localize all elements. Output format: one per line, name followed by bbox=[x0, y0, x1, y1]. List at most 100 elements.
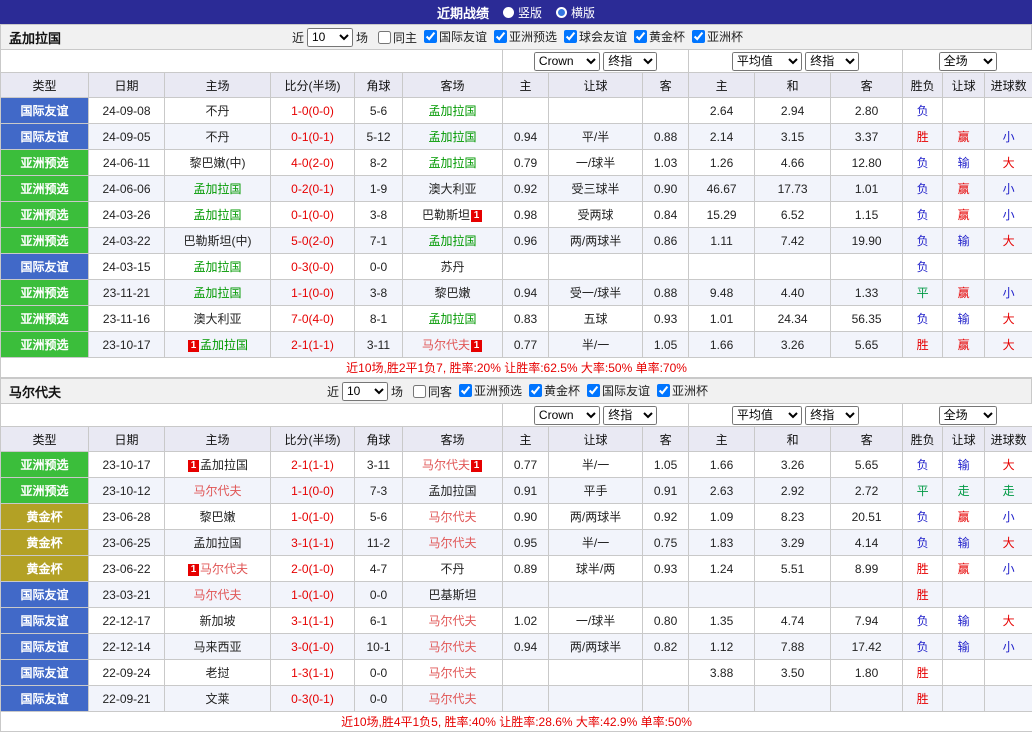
home-team-name[interactable]: 孟加拉国 bbox=[200, 458, 248, 472]
match-score[interactable]: 0-1(0-1) bbox=[271, 124, 355, 150]
away-team-name[interactable]: 马尔代夫 bbox=[429, 536, 477, 550]
away-team-name[interactable]: 黎巴嫩 bbox=[435, 286, 471, 300]
home-team-name[interactable]: 黎巴嫩(中) bbox=[190, 156, 246, 170]
match-score[interactable]: 0-3(0-1) bbox=[271, 686, 355, 712]
away-team-name[interactable]: 苏丹 bbox=[441, 260, 465, 274]
away-team-name[interactable]: 马尔代夫 bbox=[429, 640, 477, 654]
match-score[interactable]: 0-1(0-0) bbox=[271, 202, 355, 228]
home-team-name[interactable]: 马来西亚 bbox=[193, 640, 241, 654]
match-score[interactable]: 1-3(1-1) bbox=[271, 660, 355, 686]
match-count-select[interactable]: 10 bbox=[342, 382, 388, 401]
league-filter-checkbox[interactable]: 国际友谊 bbox=[587, 382, 650, 399]
league-checkbox-input[interactable] bbox=[657, 384, 670, 397]
match-score[interactable]: 1-1(0-0) bbox=[271, 280, 355, 306]
away-team-name[interactable]: 澳大利亚 bbox=[429, 182, 477, 196]
match-type-badge[interactable]: 亚洲预选 bbox=[1, 176, 89, 202]
match-type-badge[interactable]: 国际友谊 bbox=[1, 124, 89, 150]
match-scope-select[interactable]: 全场 bbox=[939, 406, 997, 425]
match-score[interactable]: 3-0(1-0) bbox=[271, 634, 355, 660]
match-score[interactable]: 1-0(1-0) bbox=[271, 582, 355, 608]
league-checkbox-input[interactable] bbox=[692, 30, 705, 43]
league-filter-checkbox[interactable]: 黄金杯 bbox=[634, 28, 685, 45]
league-filter-checkbox[interactable]: 亚洲预选 bbox=[494, 28, 557, 45]
league-checkbox-input[interactable] bbox=[634, 30, 647, 43]
euro-odds-select[interactable]: 平均值 bbox=[732, 52, 802, 71]
euro-odds-select[interactable]: 平均值 bbox=[732, 406, 802, 425]
match-type-badge[interactable]: 国际友谊 bbox=[1, 634, 89, 660]
match-scope-select[interactable]: 全场 bbox=[939, 52, 997, 71]
away-team-name[interactable]: 巴基斯坦 bbox=[429, 588, 477, 602]
match-type-badge[interactable]: 黄金杯 bbox=[1, 504, 89, 530]
home-team-name[interactable]: 孟加拉国 bbox=[193, 536, 241, 550]
match-score[interactable]: 2-1(1-1) bbox=[271, 332, 355, 358]
home-team-name[interactable]: 马尔代夫 bbox=[200, 562, 248, 576]
home-team-name[interactable]: 孟加拉国 bbox=[200, 338, 248, 352]
match-score[interactable]: 1-0(1-0) bbox=[271, 504, 355, 530]
away-team-name[interactable]: 孟加拉国 bbox=[429, 484, 477, 498]
away-team-name[interactable]: 孟加拉国 bbox=[429, 312, 477, 326]
match-score[interactable]: 7-0(4-0) bbox=[271, 306, 355, 332]
away-team-name[interactable]: 马尔代夫 bbox=[429, 692, 477, 706]
match-score[interactable]: 3-1(1-1) bbox=[271, 530, 355, 556]
away-team-name[interactable]: 孟加拉国 bbox=[429, 156, 477, 170]
venue-checkbox-input[interactable] bbox=[413, 385, 426, 398]
home-team-name[interactable]: 老挝 bbox=[205, 666, 229, 680]
match-score[interactable]: 4-0(2-0) bbox=[271, 150, 355, 176]
match-type-badge[interactable]: 亚洲预选 bbox=[1, 478, 89, 504]
league-checkbox-input[interactable] bbox=[494, 30, 507, 43]
away-team-name[interactable]: 孟加拉国 bbox=[429, 234, 477, 248]
match-score[interactable]: 1-1(0-0) bbox=[271, 478, 355, 504]
match-type-badge[interactable]: 亚洲预选 bbox=[1, 280, 89, 306]
match-type-badge[interactable]: 黄金杯 bbox=[1, 530, 89, 556]
match-type-badge[interactable]: 亚洲预选 bbox=[1, 306, 89, 332]
venue-filter-checkbox[interactable]: 同客 bbox=[413, 383, 452, 400]
home-team-name[interactable]: 黎巴嫩 bbox=[199, 510, 235, 524]
match-score[interactable]: 0-3(0-0) bbox=[271, 254, 355, 280]
match-score[interactable]: 3-1(1-1) bbox=[271, 608, 355, 634]
match-type-badge[interactable]: 亚洲预选 bbox=[1, 150, 89, 176]
match-type-badge[interactable]: 亚洲预选 bbox=[1, 202, 89, 228]
match-score[interactable]: 0-2(0-1) bbox=[271, 176, 355, 202]
home-team-name[interactable]: 文莱 bbox=[205, 692, 229, 706]
match-type-badge[interactable]: 国际友谊 bbox=[1, 582, 89, 608]
home-team-name[interactable]: 马尔代夫 bbox=[193, 484, 241, 498]
league-checkbox-input[interactable] bbox=[459, 384, 472, 397]
league-filter-checkbox[interactable]: 国际友谊 bbox=[424, 28, 487, 45]
home-team-name[interactable]: 不丹 bbox=[205, 130, 229, 144]
match-count-select[interactable]: 10 bbox=[307, 28, 353, 47]
league-filter-checkbox[interactable]: 黄金杯 bbox=[529, 382, 580, 399]
away-team-name[interactable]: 不丹 bbox=[441, 562, 465, 576]
away-team-name[interactable]: 马尔代夫 bbox=[429, 510, 477, 524]
match-type-badge[interactable]: 亚洲预选 bbox=[1, 332, 89, 358]
away-team-name[interactable]: 孟加拉国 bbox=[429, 104, 477, 118]
handicap-time-select[interactable]: 终指 bbox=[603, 52, 657, 71]
league-filter-checkbox[interactable]: 亚洲杯 bbox=[692, 28, 743, 45]
match-type-badge[interactable]: 国际友谊 bbox=[1, 254, 89, 280]
match-score[interactable]: 2-0(1-0) bbox=[271, 556, 355, 582]
league-filter-checkbox[interactable]: 亚洲预选 bbox=[459, 382, 522, 399]
layout-radio-horizontal[interactable]: 横版 bbox=[556, 4, 595, 21]
venue-checkbox-input[interactable] bbox=[378, 31, 391, 44]
league-checkbox-input[interactable] bbox=[587, 384, 600, 397]
match-score[interactable]: 2-1(1-1) bbox=[271, 452, 355, 478]
match-score[interactable]: 1-0(0-0) bbox=[271, 98, 355, 124]
match-type-badge[interactable]: 国际友谊 bbox=[1, 686, 89, 712]
home-team-name[interactable]: 不丹 bbox=[205, 104, 229, 118]
match-type-badge[interactable]: 亚洲预选 bbox=[1, 228, 89, 254]
away-team-name[interactable]: 孟加拉国 bbox=[429, 130, 477, 144]
away-team-name[interactable]: 马尔代夫 bbox=[429, 614, 477, 628]
euro-time-select[interactable]: 终指 bbox=[805, 406, 859, 425]
league-filter-checkbox[interactable]: 球会友谊 bbox=[564, 28, 627, 45]
home-team-name[interactable]: 马尔代夫 bbox=[193, 588, 241, 602]
away-team-name[interactable]: 马尔代夫 bbox=[422, 338, 470, 352]
league-checkbox-input[interactable] bbox=[564, 30, 577, 43]
match-type-badge[interactable]: 黄金杯 bbox=[1, 556, 89, 582]
away-team-name[interactable]: 马尔代夫 bbox=[422, 458, 470, 472]
league-filter-checkbox[interactable]: 亚洲杯 bbox=[657, 382, 708, 399]
home-team-name[interactable]: 澳大利亚 bbox=[193, 312, 241, 326]
match-type-badge[interactable]: 国际友谊 bbox=[1, 660, 89, 686]
match-type-badge[interactable]: 亚洲预选 bbox=[1, 452, 89, 478]
euro-time-select[interactable]: 终指 bbox=[805, 52, 859, 71]
home-team-name[interactable]: 新加坡 bbox=[199, 614, 235, 628]
away-team-name[interactable]: 马尔代夫 bbox=[429, 666, 477, 680]
